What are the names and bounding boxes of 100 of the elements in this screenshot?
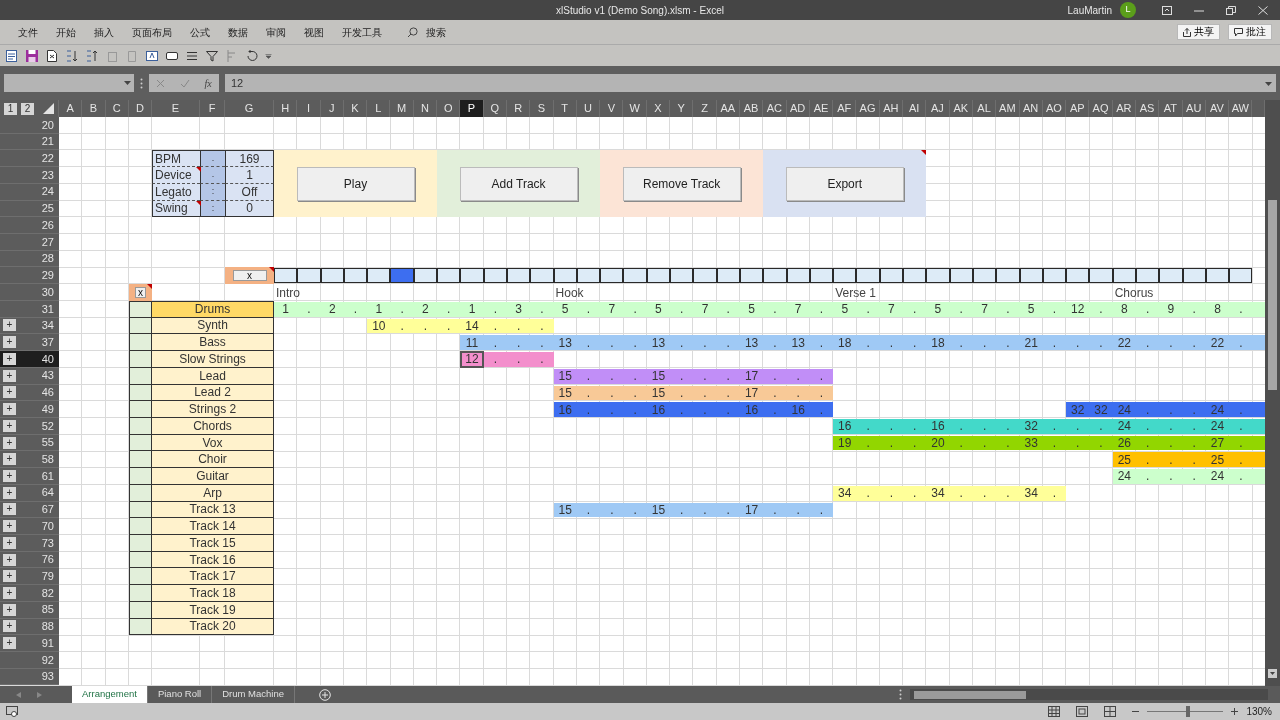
pattern-slot[interactable] [1159,268,1183,284]
pattern-slot[interactable] [1182,268,1206,284]
column-header[interactable]: AA [716,100,740,117]
expand-button[interactable]: + [3,436,16,449]
pattern-cell-text[interactable]: 8 [1112,300,1136,318]
pattern-cell-text[interactable]: 24 [1205,468,1230,485]
pattern-cell-text[interactable]: . [1042,334,1067,352]
column-header[interactable]: AI [903,100,927,117]
expand-button[interactable]: + [3,469,16,482]
pattern-cell-text[interactable]: . [716,501,740,519]
pattern-cell-text[interactable]: 17 [739,501,764,519]
column-header[interactable]: AV [1205,100,1230,117]
pattern-cell-text[interactable]: . [996,484,1020,502]
pattern-slot[interactable] [1229,268,1253,284]
column-header[interactable]: R [506,100,531,117]
expand-button[interactable]: + [3,386,16,399]
pattern-cell-text[interactable]: . [716,334,740,352]
pattern-cell-text[interactable]: 24 [1112,417,1136,435]
pattern-slot[interactable] [716,268,740,284]
pattern-slot[interactable] [763,268,787,284]
pattern-cell-text[interactable]: . [879,417,903,435]
pattern-cell-text[interactable]: 34 [926,484,950,502]
pattern-cell-text[interactable]: . [716,300,740,318]
pattern-cell-text[interactable]: . [297,300,321,318]
pattern-cell-text[interactable]: 5 [1019,300,1043,318]
pattern-cell-text[interactable]: 15 [646,384,671,402]
outline-level-button[interactable]: 2 [21,102,34,115]
pattern-slot[interactable] [693,268,717,284]
pattern-slot[interactable] [553,268,577,284]
expand-button[interactable]: + [3,553,16,566]
column-header[interactable]: AC [763,100,787,117]
column-header[interactable]: AD [786,100,810,117]
pattern-cell-text[interactable]: 17 [739,384,764,402]
pattern-cell-text[interactable]: 13 [786,334,810,352]
pattern-cell-text[interactable]: 33 [1019,434,1043,452]
pattern-cell-text[interactable]: . [763,300,787,318]
row-header[interactable]: 20 [0,117,59,134]
pattern-cell-text[interactable]: 10 [367,317,391,335]
pattern-cell-text[interactable]: 25 [1112,451,1136,469]
grip-icon[interactable] [899,689,902,700]
pattern-slot[interactable] [833,268,857,284]
pattern-slot[interactable] [600,268,624,284]
pattern-cell-text[interactable]: . [600,334,624,352]
column-header[interactable]: V [600,100,624,117]
pattern-cell-text[interactable]: . [809,367,834,385]
pattern-cell-text[interactable]: . [530,334,554,352]
pattern-cell-text[interactable]: . [530,351,554,368]
column-header[interactable]: AQ [1089,100,1113,117]
row-header[interactable]: 26 [0,217,59,235]
column-header[interactable]: AH [879,100,903,117]
row-header[interactable]: + 58 [0,451,59,469]
pattern-cell-text[interactable]: . [856,434,880,452]
scrollbar-thumb[interactable] [914,690,1026,699]
pattern-cell-text[interactable]: 15 [553,384,577,402]
pattern-cell-text[interactable]: . [1066,417,1090,435]
scroll-down-icon[interactable] [1268,669,1277,679]
pattern-cell-text[interactable]: . [972,417,997,435]
pattern-cell-text[interactable]: . [1136,300,1160,318]
pattern-cell-text[interactable]: 3 [506,300,531,318]
pattern-cell-text[interactable]: . [949,334,973,352]
pattern-cell-text[interactable]: 32 [1019,417,1043,435]
row-header[interactable]: + 61 [0,468,59,485]
close-icon[interactable] [1258,5,1268,15]
pattern-cell-text[interactable]: . [809,334,834,352]
pattern-cell-text[interactable]: . [903,417,927,435]
pattern-cell-text[interactable]: . [996,417,1020,435]
pattern-cell-text[interactable]: . [716,367,740,385]
pattern-cell-text[interactable]: 2 [320,300,344,318]
track-name[interactable]: Track 18 [152,585,274,602]
pattern-cell-text[interactable]: 15 [646,501,671,519]
menu-tab[interactable]: 开始 [47,24,85,40]
pattern-slot[interactable] [506,268,531,284]
column-header[interactable]: AT [1159,100,1183,117]
menu-tab[interactable]: 插入 [85,24,123,40]
pattern-cell-text[interactable]: 5 [926,300,950,318]
pattern-slot[interactable] [530,268,554,284]
macro-button[interactable]: Export [785,166,904,201]
pattern-cell-text[interactable]: 5 [646,300,671,318]
pattern-cell-text[interactable]: . [600,367,624,385]
column-header[interactable]: E [152,100,200,117]
document-icon[interactable] [5,48,19,63]
pattern-cell-text[interactable]: . [1159,334,1183,352]
pattern-cell-text[interactable]: . [763,334,787,352]
pattern-cell-text[interactable]: . [716,384,740,402]
pattern-slot[interactable] [343,268,368,284]
pattern-cell-text[interactable]: 5 [833,300,857,318]
pattern-cell-text[interactable]: . [949,300,973,318]
column-header[interactable]: D [128,100,152,117]
pattern-cell-text[interactable]: . [972,434,997,452]
caret-icon[interactable] [1265,81,1272,86]
pattern-cell-text[interactable]: . [786,501,810,519]
pattern-cell-text[interactable]: . [1066,334,1090,352]
pattern-cell-text[interactable]: 15 [646,367,671,385]
pattern-slot[interactable] [670,268,694,284]
pattern-cell-text[interactable]: . [1089,417,1113,435]
expand-button[interactable]: + [3,536,16,549]
pattern-slot[interactable] [903,268,927,284]
pattern-cell-text[interactable]: . [576,501,601,519]
pattern-slot[interactable] [390,268,414,284]
comments-button[interactable]: 批注 [1228,24,1272,40]
